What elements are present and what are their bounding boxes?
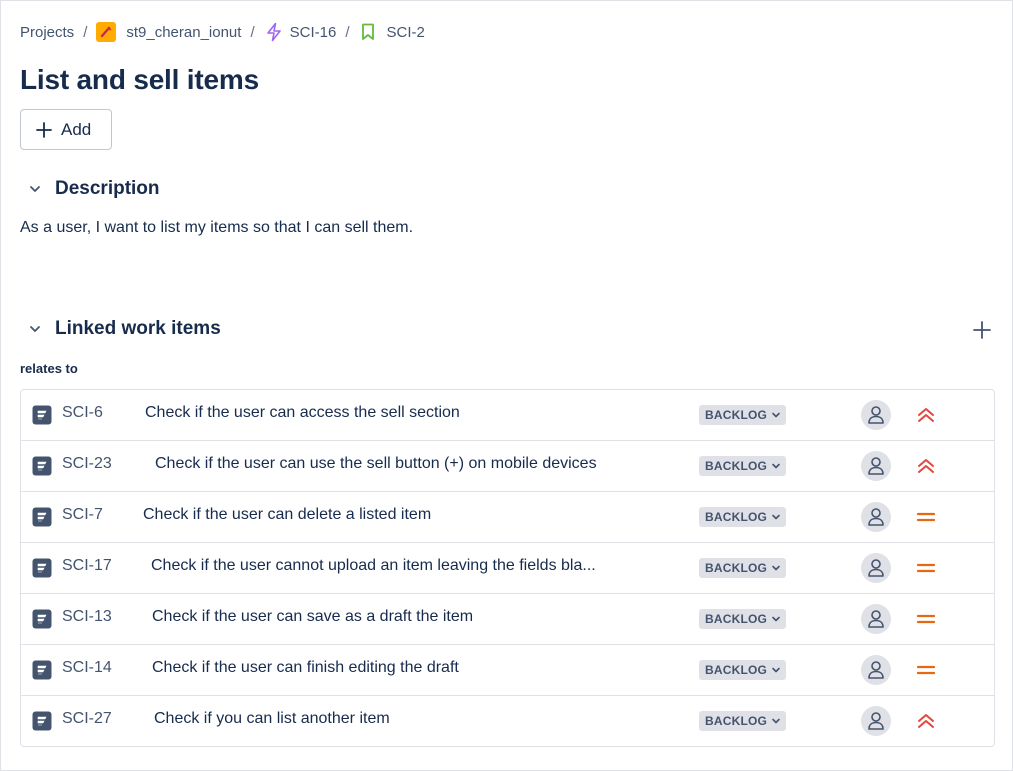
add-button-label: Add bbox=[61, 119, 92, 139]
linked-item-summary[interactable]: Check if you can list another item bbox=[154, 710, 390, 728]
status-dropdown[interactable]: BACKLOG bbox=[699, 660, 787, 680]
test-work-item-icon bbox=[32, 609, 52, 629]
status-dropdown[interactable]: BACKLOG bbox=[699, 609, 787, 629]
linked-item-key[interactable]: SCI-27 bbox=[62, 710, 112, 728]
linked-item-summary[interactable]: Check if the user can access the sell se… bbox=[145, 404, 460, 422]
breadcrumb-project-label: st9_cheran_ionut bbox=[126, 23, 242, 41]
plus-icon bbox=[35, 121, 61, 139]
breadcrumb-separator: / bbox=[83, 23, 88, 41]
chevron-down-icon bbox=[772, 616, 780, 622]
chevron-down-icon bbox=[772, 718, 780, 724]
linked-items-list: SCI-6 Check if the user can access the s… bbox=[20, 389, 995, 747]
breadcrumb: Projects / st9_cheran_ionut / SCI-16 / S… bbox=[20, 21, 425, 43]
linked-item-row[interactable]: SCI-13 Check if the user can save as a d… bbox=[21, 594, 994, 645]
chevron-down-icon bbox=[24, 318, 46, 340]
linked-item-key[interactable]: SCI-14 bbox=[62, 659, 112, 677]
priority-medium-icon bbox=[915, 557, 937, 579]
chevron-down-icon bbox=[772, 667, 780, 673]
status-dropdown[interactable]: BACKLOG bbox=[699, 507, 787, 527]
add-button[interactable]: Add bbox=[20, 109, 112, 150]
linked-item-key[interactable]: SCI-13 bbox=[62, 608, 112, 626]
linked-item-summary[interactable]: Check if the user cannot upload an item … bbox=[151, 557, 596, 575]
chevron-down-icon bbox=[772, 514, 780, 520]
test-work-item-icon bbox=[32, 456, 52, 476]
add-linked-item-button[interactable] bbox=[970, 318, 994, 342]
priority-medium-icon bbox=[915, 608, 937, 630]
linked-item-row[interactable]: SCI-27 Check if you can list another ite… bbox=[21, 696, 994, 746]
test-work-item-icon bbox=[32, 405, 52, 425]
unassigned-avatar-icon[interactable] bbox=[861, 451, 891, 481]
relation-label: relates to bbox=[20, 361, 78, 376]
unassigned-avatar-icon[interactable] bbox=[861, 502, 891, 532]
breadcrumb-story[interactable]: SCI-2 bbox=[358, 22, 425, 42]
status-label: BACKLOG bbox=[705, 612, 768, 626]
priority-medium-icon bbox=[915, 506, 937, 528]
test-work-item-icon bbox=[32, 507, 52, 527]
breadcrumb-separator: / bbox=[345, 23, 350, 41]
linked-item-row[interactable]: SCI-23 Check if the user can use the sel… bbox=[21, 441, 994, 492]
status-dropdown[interactable]: BACKLOG bbox=[699, 405, 787, 425]
unassigned-avatar-icon[interactable] bbox=[861, 655, 891, 685]
linked-item-summary[interactable]: Check if the user can use the sell butto… bbox=[155, 455, 597, 473]
breadcrumb-separator: / bbox=[250, 23, 255, 41]
chevron-down-icon bbox=[24, 178, 46, 200]
linked-items-toggle[interactable]: Linked work items bbox=[24, 318, 221, 340]
epic-lightning-icon bbox=[264, 22, 284, 42]
priority-medium-icon bbox=[915, 659, 937, 681]
linked-item-key[interactable]: SCI-17 bbox=[62, 557, 112, 575]
breadcrumb-epic-label: SCI-16 bbox=[289, 23, 337, 41]
test-work-item-icon bbox=[32, 711, 52, 731]
unassigned-avatar-icon[interactable] bbox=[861, 400, 891, 430]
linked-item-key[interactable]: SCI-6 bbox=[62, 404, 103, 422]
priority-high-icon bbox=[915, 710, 937, 732]
unassigned-avatar-icon[interactable] bbox=[861, 706, 891, 736]
description-text[interactable]: As a user, I want to list my items so th… bbox=[20, 219, 413, 237]
status-label: BACKLOG bbox=[705, 408, 768, 422]
unassigned-avatar-icon[interactable] bbox=[861, 604, 891, 634]
story-bookmark-icon bbox=[358, 22, 378, 42]
breadcrumb-epic[interactable]: SCI-16 bbox=[264, 22, 337, 42]
description-heading: Description bbox=[55, 178, 160, 199]
linked-items-heading: Linked work items bbox=[55, 318, 221, 339]
plus-icon bbox=[972, 320, 992, 340]
linked-item-key[interactable]: SCI-7 bbox=[62, 506, 103, 524]
linked-item-row[interactable]: SCI-17 Check if the user cannot upload a… bbox=[21, 543, 994, 594]
status-dropdown[interactable]: BACKLOG bbox=[699, 558, 787, 578]
status-label: BACKLOG bbox=[705, 663, 768, 677]
status-label: BACKLOG bbox=[705, 459, 768, 473]
breadcrumb-story-label: SCI-2 bbox=[386, 23, 425, 41]
status-dropdown[interactable]: BACKLOG bbox=[699, 456, 787, 476]
chevron-down-icon bbox=[772, 463, 780, 469]
description-toggle[interactable]: Description bbox=[24, 178, 160, 200]
unassigned-avatar-icon[interactable] bbox=[861, 553, 891, 583]
linked-item-summary[interactable]: Check if the user can delete a listed it… bbox=[143, 506, 431, 524]
status-label: BACKLOG bbox=[705, 714, 768, 728]
breadcrumb-projects[interactable]: Projects bbox=[20, 24, 74, 41]
linked-item-key[interactable]: SCI-23 bbox=[62, 455, 112, 473]
status-label: BACKLOG bbox=[705, 510, 768, 524]
status-label: BACKLOG bbox=[705, 561, 768, 575]
project-avatar-icon bbox=[96, 22, 117, 42]
priority-high-icon bbox=[915, 404, 937, 426]
linked-item-row[interactable]: SCI-14 Check if the user can finish edit… bbox=[21, 645, 994, 696]
linked-item-summary[interactable]: Check if the user can save as a draft th… bbox=[152, 608, 473, 626]
status-dropdown[interactable]: BACKLOG bbox=[699, 711, 787, 731]
test-work-item-icon bbox=[32, 558, 52, 578]
linked-item-row[interactable]: SCI-7 Check if the user can delete a lis… bbox=[21, 492, 994, 543]
chevron-down-icon bbox=[772, 412, 780, 418]
linked-item-summary[interactable]: Check if the user can finish editing the… bbox=[152, 659, 459, 677]
priority-high-icon bbox=[915, 455, 937, 477]
breadcrumb-project[interactable]: st9_cheran_ionut bbox=[96, 22, 241, 42]
test-work-item-icon bbox=[32, 660, 52, 680]
page-title[interactable]: List and sell items bbox=[20, 64, 259, 96]
linked-item-row[interactable]: SCI-6 Check if the user can access the s… bbox=[21, 390, 994, 441]
chevron-down-icon bbox=[772, 565, 780, 571]
